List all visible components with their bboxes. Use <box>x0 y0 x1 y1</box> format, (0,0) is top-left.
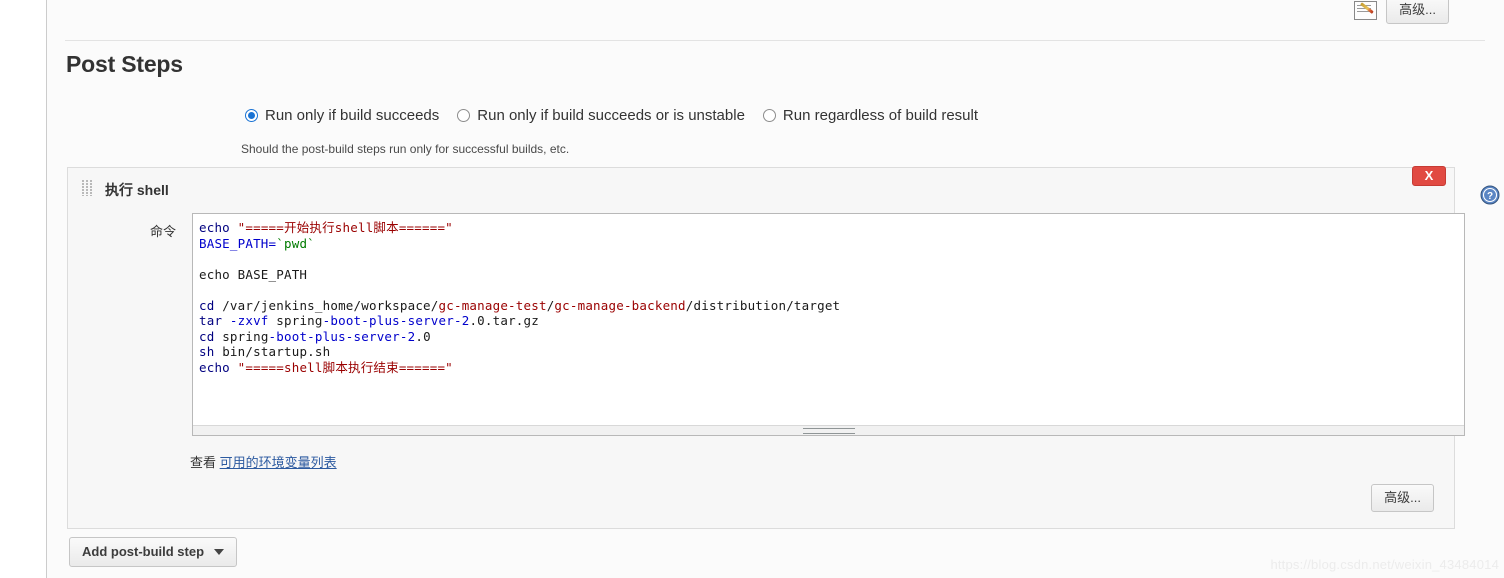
shell-command-textarea[interactable]: echo "=====开始执行shell脚本======" BASE_PATH=`… <box>192 213 1465 436</box>
code-token: tar <box>199 313 230 328</box>
svg-text:?: ? <box>1487 191 1493 202</box>
execute-shell-builder: 执行 shell X ? 命令 echo "=====开始执行shell脚本==… <box>67 166 1500 529</box>
code-line: cd /var/jenkins_home/workspace/gc-manage… <box>199 298 1456 314</box>
textarea-resize-grip[interactable] <box>193 425 1464 435</box>
radio-run-regardless-of-result[interactable]: Run regardless of build result <box>762 107 979 124</box>
code-token: spring <box>222 328 269 344</box>
code-token: -zxvf <box>229 313 269 328</box>
top-toolbar-actions: 高级... <box>1354 0 1449 24</box>
run-condition-help-text: Should the post-build steps run only for… <box>241 142 570 156</box>
code-line: echo "=====shell脚本执行结束======" <box>199 360 1456 376</box>
builder-header: 执行 shell X ? <box>68 166 1500 205</box>
radio-label: Run regardless of build result <box>782 107 979 124</box>
code-token: echo BASE_PATH <box>199 266 308 282</box>
env-prefix-text: 查看 <box>190 455 217 470</box>
code-token: -boot-plus-server-2 <box>268 328 416 344</box>
code-line: tar -zxvf spring-boot-plus-server-2.0.ta… <box>199 313 1456 329</box>
code-token: BASE_PATH= <box>199 235 277 251</box>
radio-run-if-succeeds-or-unstable[interactable]: Run only if build succeeds or is unstabl… <box>457 107 745 124</box>
radio-label: Run only if build succeeds or is unstabl… <box>477 107 745 124</box>
builder-advanced-button[interactable]: 高级... <box>1371 484 1434 512</box>
content-pane: 高级... Post Steps Run only if build succe… <box>47 0 1504 578</box>
env-variables-row: 查看 可用的环境变量列表 <box>190 452 337 471</box>
help-question-icon[interactable]: ? <box>1480 185 1500 205</box>
code-line: echo "=====开始执行shell脚本======" <box>199 220 1456 236</box>
code-token: cd <box>199 328 223 344</box>
code-token: spring <box>268 313 323 328</box>
top-toolbar: 高级... <box>47 0 1504 28</box>
env-variables-link[interactable]: 可用的环境变量列表 <box>220 455 337 470</box>
code-token: -boot-plus-server-2 <box>322 313 470 328</box>
page-root: 高级... Post Steps Run only if build succe… <box>0 0 1504 578</box>
code-token: `pwd` <box>276 235 315 251</box>
radio-run-only-if-build-succeeds[interactable]: Run only if build succeeds <box>245 107 439 124</box>
code-token: .0 <box>415 328 431 344</box>
notepad-pencil-icon[interactable] <box>1354 0 1378 20</box>
add-post-build-step-button[interactable]: Add post-build step <box>69 537 238 567</box>
code-line: echo BASE_PATH <box>199 267 1456 283</box>
code-token: echo <box>199 220 238 235</box>
chevron-down-icon <box>214 548 225 555</box>
command-label: 命令 <box>150 224 177 239</box>
shell-command-code: echo "=====开始执行shell脚本======" BASE_PATH=`… <box>193 214 1464 375</box>
radio-mark[interactable] <box>457 109 471 122</box>
code-line: BASE_PATH=`pwd` <box>199 236 1456 252</box>
code-token: .0.tar.gz <box>469 313 539 328</box>
code-line: cd spring-boot-plus-server-2.0 <box>199 329 1456 345</box>
code-token: bin/startup.sh <box>222 344 331 359</box>
code-token: /distribution/target <box>685 297 841 313</box>
code-line: sh bin/startup.sh <box>199 344 1456 360</box>
code-token: /var/jenkins_home/workspace/ <box>222 297 439 313</box>
run-condition-radio-group: Run only if build succeeds Run only if b… <box>245 107 978 124</box>
page-title: Post Steps <box>66 51 183 77</box>
code-token: echo <box>199 359 238 375</box>
code-token: sh <box>199 344 223 359</box>
top-advanced-button[interactable]: 高级... <box>1386 0 1449 24</box>
add-post-build-step-label: Add post-build step <box>82 544 205 559</box>
watermark-text: https://blog.csdn.net/weixin_43484014 <box>1270 557 1499 572</box>
radio-mark-selected[interactable] <box>245 109 258 122</box>
builder-title: 执行 shell <box>105 182 169 198</box>
drag-handle-icon[interactable] <box>82 180 94 196</box>
radio-mark[interactable] <box>762 109 776 122</box>
code-token: gc-manage-test <box>438 297 547 313</box>
code-token: "=====shell脚本执行结束======" <box>237 359 453 375</box>
code-token: "=====开始执行shell脚本======" <box>237 220 453 235</box>
radio-label: Run only if build succeeds <box>265 107 440 124</box>
code-token: gc-manage-backend <box>554 297 686 313</box>
code-token: cd <box>199 297 223 313</box>
close-icon[interactable]: X <box>1412 166 1446 186</box>
section-divider <box>65 40 1485 41</box>
